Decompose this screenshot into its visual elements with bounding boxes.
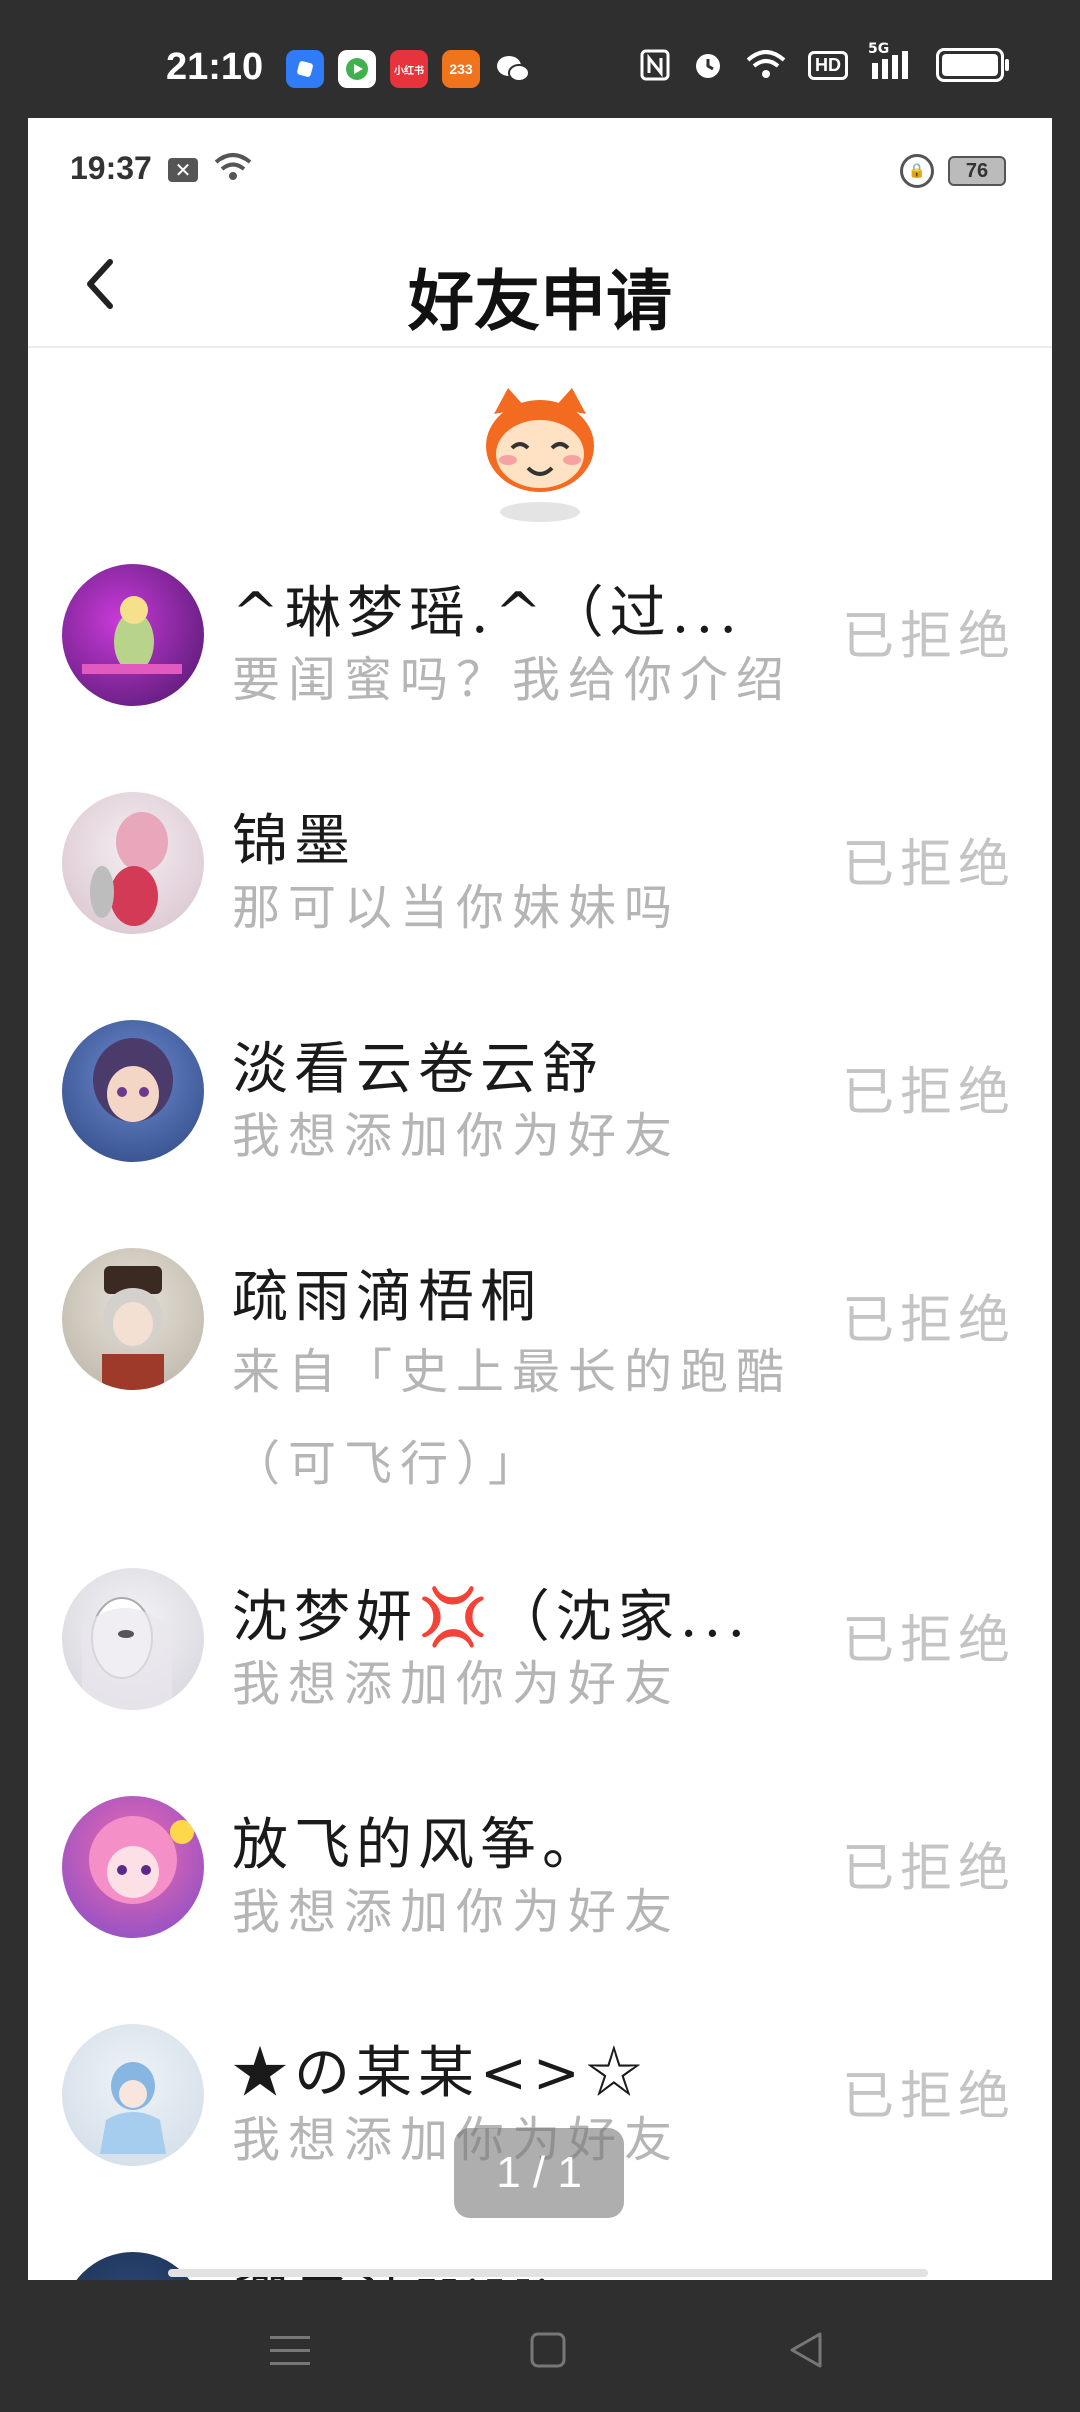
- request-message: 来自「史上最长的跑酷（可飞行）」: [232, 1344, 793, 1492]
- avatar[interactable]: [62, 792, 204, 934]
- request-message: 我想添加你为好友: [232, 1656, 681, 1712]
- page-indicator: 1 / 1: [454, 2128, 624, 2218]
- menu-icon: [270, 2336, 310, 2365]
- request-status: 已拒绝: [841, 1611, 1016, 1671]
- xiaohongshu-label: 小红书: [394, 65, 424, 77]
- avatar[interactable]: [62, 1248, 204, 1390]
- signal-5g-label: 5G: [868, 41, 890, 57]
- video-app-icon: [338, 50, 376, 88]
- avatar[interactable]: [62, 1568, 204, 1710]
- request-message: 我想添加你为好友: [232, 1884, 681, 1940]
- close-notification-icon: ✕: [168, 158, 198, 182]
- blue-app-icon: [286, 50, 324, 88]
- requester-name: 淡看云卷云舒: [232, 1037, 604, 1102]
- triangle-back-icon: [790, 2332, 822, 2368]
- requester-name: ★の某某<>☆: [232, 2041, 648, 2106]
- wechat-icon: [494, 50, 532, 88]
- requester-name: 疏雨滴梧桐: [232, 1265, 542, 1330]
- list-item[interactable]: 沈梦妍💢（沈家... 我想添加你为好友 已拒绝: [28, 1542, 1052, 1770]
- wifi-icon: [746, 50, 786, 80]
- home-icon: [530, 2332, 566, 2368]
- request-message: 我想添加你为好友: [232, 1108, 681, 1164]
- home-button[interactable]: [518, 2320, 578, 2380]
- requester-name: 放飞的风筝。: [232, 1813, 604, 1878]
- menu-button[interactable]: [260, 2320, 320, 2380]
- request-status: 已拒绝: [841, 835, 1016, 895]
- inner-time: 19:37: [70, 150, 152, 186]
- request-status: 已拒绝: [841, 607, 1016, 667]
- request-message: 要闺蜜吗？我给你介绍: [232, 652, 793, 708]
- 233-label: 233: [449, 61, 473, 77]
- request-status: 已拒绝: [841, 1839, 1016, 1899]
- request-status: 已拒绝: [841, 2067, 1016, 2127]
- list-item[interactable]: 淡看云卷云舒 我想添加你为好友 已拒绝: [28, 994, 1052, 1222]
- inner-status-bar: 19:37 ✕ 🔒 76: [28, 118, 1052, 218]
- alarm-icon: [692, 49, 724, 81]
- request-status: 已拒绝: [841, 1063, 1016, 1123]
- avatar[interactable]: [62, 2024, 204, 2166]
- inner-battery: 76: [948, 156, 1006, 186]
- xiaohongshu-app-icon: 小红书: [390, 50, 428, 88]
- 233-app-icon: 233: [442, 50, 480, 88]
- battery-icon: [936, 48, 1009, 82]
- hd-voice-icon: HD: [808, 50, 848, 80]
- system-time: 21:10: [166, 46, 264, 88]
- page-title: 好友申请: [408, 263, 672, 340]
- avatar[interactable]: [62, 1020, 204, 1162]
- list-item[interactable]: ^琳梦瑶.^（过... 要闺蜜吗？我给你介绍 已拒绝: [28, 538, 1052, 766]
- list-item[interactable]: 放飞的风筝。 我想添加你为好友 已拒绝: [28, 1770, 1052, 1998]
- mascot-icon: [480, 384, 600, 524]
- requester-name: ^琳梦瑶.^（过...: [232, 581, 744, 646]
- header-bar: 好友申请: [28, 218, 1052, 348]
- scrollbar[interactable]: [168, 2269, 928, 2277]
- requester-name: 锦墨: [232, 809, 356, 874]
- signal-5g-icon: 5G: [868, 41, 914, 81]
- system-nav-bar: [0, 2280, 1080, 2412]
- requester-name: 沈梦妍💢（沈家...: [232, 1585, 752, 1650]
- system-indicators: HD 5G: [640, 41, 1009, 82]
- list-item[interactable]: 锦墨 那可以当你妹妹吗 已拒绝: [28, 766, 1052, 994]
- rotation-lock-icon: 🔒: [900, 154, 934, 188]
- notification-app-icons: 小红书 233: [286, 50, 532, 88]
- system-status-bar: 21:10 小红书 233 HD 5G: [0, 0, 1080, 118]
- request-status: 已拒绝: [841, 1291, 1016, 1351]
- avatar[interactable]: [62, 564, 204, 706]
- avatar[interactable]: [62, 1796, 204, 1938]
- list-item[interactable]: 疏雨滴梧桐 来自「史上最长的跑酷（可飞行）」 已拒绝: [28, 1222, 1052, 1542]
- back-nav-button[interactable]: [776, 2320, 836, 2380]
- inner-wifi-icon: [214, 152, 252, 190]
- app-screen: 19:37 ✕ 🔒 76 好友申请 ^琳梦瑶.^（过... 要闺蜜吗？我给你介绍…: [28, 118, 1052, 2280]
- request-message: 那可以当你妹妹吗: [232, 880, 681, 936]
- nfc-icon: [640, 49, 670, 81]
